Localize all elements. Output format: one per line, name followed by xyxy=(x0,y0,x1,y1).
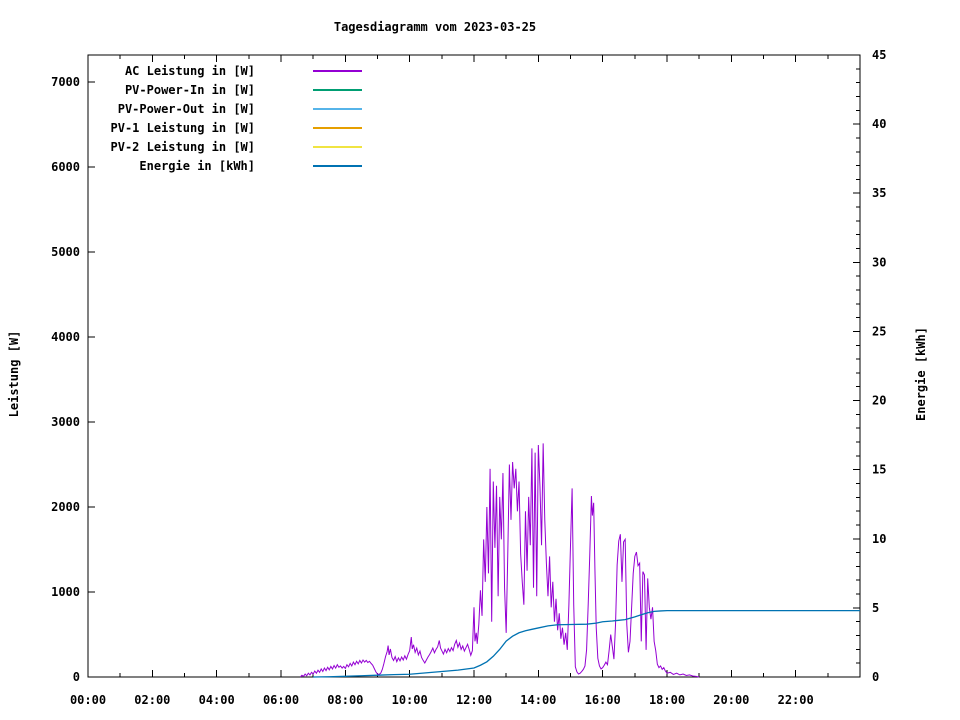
x-tick-label: 14:00 xyxy=(520,693,556,707)
y-right-tick-label: 25 xyxy=(872,324,886,338)
legend-item: AC Leistung in [W] xyxy=(88,61,362,80)
y-left-tick-label: 7000 xyxy=(51,75,80,89)
legend-label: Energie in [kWh] xyxy=(139,158,255,173)
y-left-tick-label: 6000 xyxy=(51,160,80,174)
y-right-tick-label: 10 xyxy=(872,532,886,546)
x-tick-label: 12:00 xyxy=(456,693,492,707)
y-right-tick-label: 5 xyxy=(872,601,879,615)
x-tick-label: 20:00 xyxy=(713,693,749,707)
y-left-tick-label: 1000 xyxy=(51,585,80,599)
y-left-tick-label: 3000 xyxy=(51,415,80,429)
y-right-tick-label: 0 xyxy=(872,670,879,684)
y-right-tick-label: 15 xyxy=(872,463,886,477)
legend-label: PV-1 Leistung in [W] xyxy=(110,120,256,135)
legend-item: PV-Power-Out in [W] xyxy=(88,99,362,118)
y-right-tick-label: 30 xyxy=(872,255,886,269)
y-right-tick-label: 35 xyxy=(872,186,886,200)
x-tick-label: 22:00 xyxy=(778,693,814,707)
legend-label: PV-2 Leistung in [W] xyxy=(110,139,256,154)
legend-line-sample xyxy=(313,164,362,167)
x-tick-label: 16:00 xyxy=(585,693,621,707)
series-ac-leistung-in-w xyxy=(299,443,700,678)
chart-canvas: Tagesdiagramm vom 2023-03-25 Leistung [W… xyxy=(0,0,960,720)
legend-line-sample xyxy=(313,88,362,91)
x-tick-label: 18:00 xyxy=(649,693,685,707)
legend-line-sample xyxy=(313,145,362,148)
legend-label: AC Leistung in [W] xyxy=(124,63,255,78)
y-right-tick-label: 40 xyxy=(872,117,886,131)
y-left-tick-label: 2000 xyxy=(51,500,80,514)
legend-line-sample xyxy=(313,69,362,72)
legend-label: PV-Power-In in [W] xyxy=(124,82,255,97)
legend-item: PV-Power-In in [W] xyxy=(88,80,362,99)
legend-item: PV-1 Leistung in [W] xyxy=(88,118,362,137)
x-tick-label: 08:00 xyxy=(327,693,363,707)
y-left-tick-label: 5000 xyxy=(51,245,80,259)
x-tick-label: 00:00 xyxy=(70,693,106,707)
legend-item: PV-2 Leistung in [W] xyxy=(88,137,362,156)
legend-line-sample xyxy=(313,107,362,110)
x-tick-label: 04:00 xyxy=(199,693,235,707)
x-tick-label: 06:00 xyxy=(263,693,299,707)
y-left-tick-label: 4000 xyxy=(51,330,80,344)
y-left-tick-label: 0 xyxy=(73,670,80,684)
y-right-tick-label: 20 xyxy=(872,394,886,408)
legend-item: Energie in [kWh] xyxy=(88,156,362,175)
legend: AC Leistung in [W] PV-Power-In in [W] PV-P… xyxy=(88,61,362,175)
legend-label: PV-Power-Out in [W] xyxy=(117,101,255,116)
y-right-tick-label: 45 xyxy=(872,48,886,62)
x-tick-label: 02:00 xyxy=(134,693,170,707)
legend-line-sample xyxy=(313,126,362,129)
x-tick-label: 10:00 xyxy=(392,693,428,707)
